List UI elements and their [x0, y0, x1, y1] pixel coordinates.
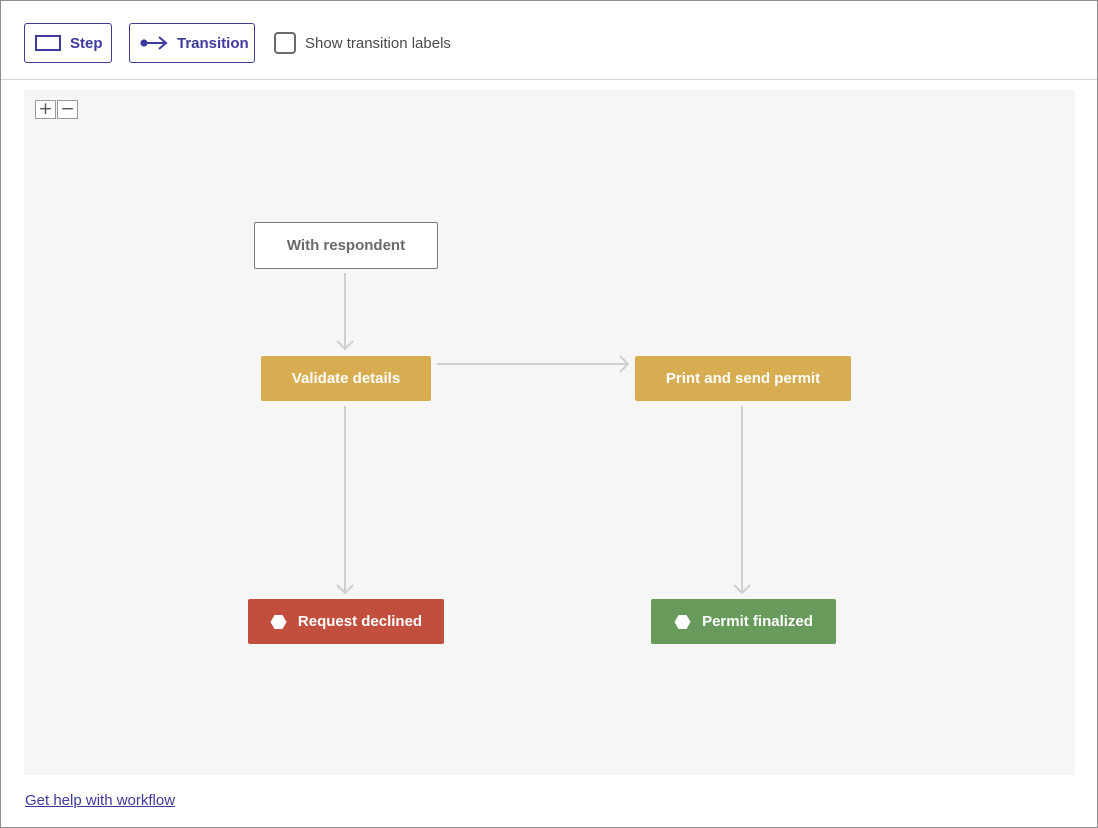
transition-arrow-print-to-finalized[interactable] — [733, 406, 751, 595]
hexagon-icon — [270, 614, 287, 629]
workflow-editor: Step Transition Show transition labels +… — [0, 0, 1098, 828]
transition-arrows — [336, 273, 751, 595]
workflow-canvas[interactable]: + − With respondent Validate details Pri… — [24, 90, 1075, 775]
step-permit-finalized-label: Permit finalized — [702, 613, 813, 630]
show-transition-labels-checkbox[interactable] — [274, 32, 296, 54]
step-print-and-send-permit[interactable]: Print and send permit — [635, 356, 851, 401]
rectangle-icon — [35, 35, 61, 51]
transition-arrow-validate-to-declined[interactable] — [336, 406, 354, 595]
transition-arrow-with-respondent-to-validate[interactable] — [336, 273, 354, 351]
hexagon-icon — [674, 614, 691, 629]
show-transition-labels-label: Show transition labels — [305, 34, 451, 52]
add-transition-button[interactable]: Transition — [129, 23, 255, 63]
step-with-respondent-label: With respondent — [286, 237, 406, 254]
help-link[interactable]: Get help with workflow — [25, 792, 175, 809]
transition-arrow-validate-to-print[interactable] — [437, 355, 630, 373]
step-validate-details[interactable]: Validate details — [261, 356, 431, 401]
step-with-respondent[interactable]: With respondent — [254, 222, 438, 269]
add-step-button[interactable]: Step — [24, 23, 112, 63]
add-transition-label: Transition — [177, 34, 249, 52]
show-transition-labels-toggle[interactable]: Show transition labels — [274, 32, 451, 54]
step-validate-details-label: Validate details — [291, 370, 401, 387]
step-request-declined[interactable]: Request declined — [248, 599, 444, 644]
step-request-declined-label: Request declined — [297, 613, 423, 630]
arrow-right-dot-icon — [140, 36, 168, 50]
step-print-and-send-permit-label: Print and send permit — [665, 370, 821, 387]
step-permit-finalized[interactable]: Permit finalized — [651, 599, 836, 644]
add-step-label: Step — [70, 34, 103, 52]
toolbar: Step Transition Show transition labels — [1, 1, 1097, 80]
